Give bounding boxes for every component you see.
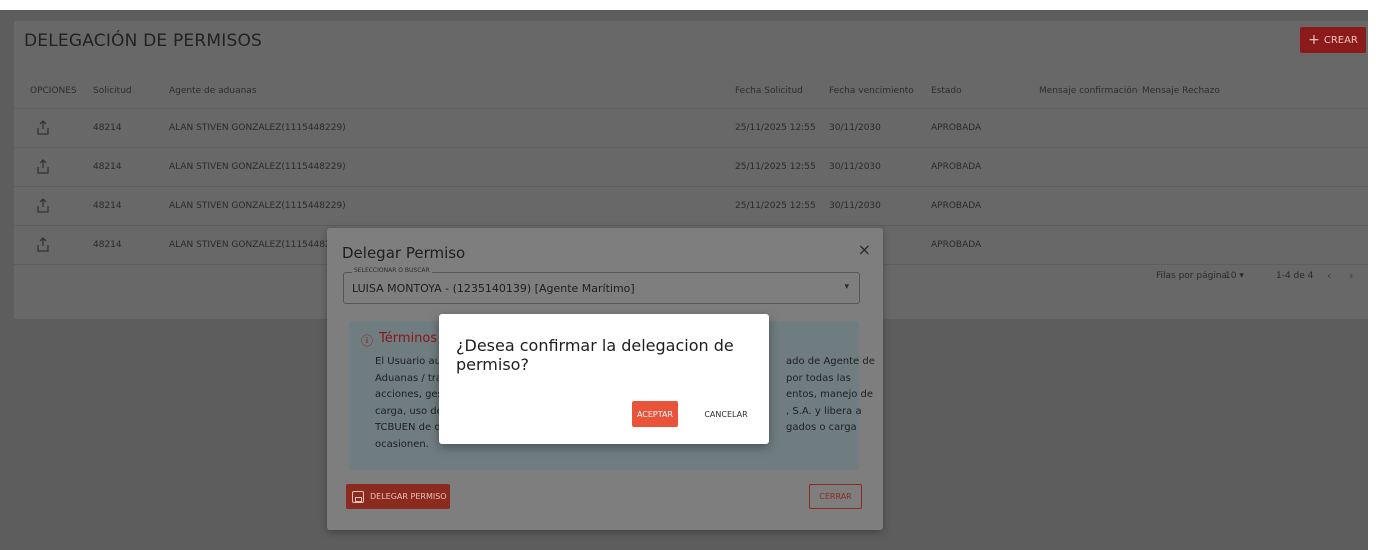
- delegate-button-label: DELEGAR PERMISO: [370, 492, 447, 501]
- cell-estado: APROBADA: [931, 123, 982, 133]
- col-solicitud: Solicitud: [93, 85, 132, 96]
- col-fecha-vencimiento: Fecha vencimiento: [829, 85, 914, 96]
- agent-select-field[interactable]: SELECCIONAR O BUSCAR LUISA MONTOYA - (12…: [343, 267, 860, 304]
- chevron-right-icon[interactable]: ›: [1349, 269, 1353, 282]
- cell-agente: ALAN STIVEN GONZALEZ(1115448229): [169, 123, 346, 133]
- cell-estado: APROBADA: [931, 240, 982, 250]
- field-value: LUISA MONTOYA - (1235140139) [Agente Mar…: [352, 282, 635, 295]
- create-button[interactable]: + CREAR: [1300, 27, 1366, 53]
- right-strip: [1368, 0, 1376, 550]
- col-agente: Agente de aduanas: [169, 85, 257, 96]
- terms-line: ado de Agente de: [786, 356, 875, 367]
- cell-solicitud: 48214: [93, 162, 122, 172]
- pagination-range: 1-4 de 4: [1276, 271, 1314, 281]
- row-options[interactable]: [30, 109, 50, 147]
- table-row: 48214 ALAN STIVEN GONZALEZ(1115448229) 2…: [14, 148, 1368, 187]
- confirm-question: ¿Desea confirmar la delegacion de permis…: [456, 336, 734, 374]
- cell-agente: ALAN STIVEN GONZALEZ(1115448229): [169, 162, 346, 172]
- cell-solicitud: 48214: [93, 123, 122, 133]
- info-icon: ⓘ: [361, 334, 374, 348]
- cell-fecha-solicitud: 25/11/2025 12:55: [735, 162, 816, 172]
- page-title: DELEGACIÓN DE PERMISOS: [24, 31, 263, 51]
- col-mensaje-rechazo: Mensaje Rechazo: [1142, 85, 1220, 96]
- top-strip: [0, 0, 1376, 10]
- share-icon[interactable]: [36, 159, 50, 175]
- cell-fecha-vencimiento: 30/11/2030: [829, 201, 881, 211]
- share-icon[interactable]: [36, 120, 50, 136]
- terms-text-right: ado de Agente de por todas las entos, ma…: [786, 354, 876, 437]
- cell-fecha-solicitud: 25/11/2025 12:55: [735, 123, 816, 133]
- terms-line: gados o carga: [786, 422, 857, 433]
- cell-fecha-solicitud: 25/11/2025 12:55: [735, 201, 816, 211]
- table-header: OPCIONES Solicitud Agente de aduanas Fec…: [14, 73, 1368, 109]
- rows-per-page-select[interactable]: 10 ▾: [1225, 271, 1244, 281]
- chevron-left-icon[interactable]: ‹: [1327, 269, 1331, 282]
- cell-agente: ALAN STIVEN GONZALEZ(1115448229): [169, 240, 346, 250]
- cell-fecha-vencimiento: 30/11/2030: [829, 162, 881, 172]
- cell-agente: ALAN STIVEN GONZALEZ(1115448229): [169, 201, 346, 211]
- screen: DELEGACIÓN DE PERMISOS + CREAR OPCIONES …: [0, 0, 1376, 550]
- terms-line: , S.A. y libera a: [786, 405, 862, 417]
- row-options[interactable]: [30, 187, 50, 225]
- confirm-dialog: ¿Desea confirmar la delegacion de permis…: [439, 314, 769, 444]
- dialog-title: Delegar Permiso: [342, 244, 466, 262]
- col-estado: Estado: [931, 85, 962, 96]
- share-icon[interactable]: [36, 198, 50, 214]
- cell-estado: APROBADA: [931, 201, 982, 211]
- delegate-permission-button[interactable]: DELEGAR PERMISO: [346, 484, 450, 509]
- rows-per-page-label: Filas por página: [1156, 271, 1228, 281]
- plus-icon: +: [1308, 32, 1320, 48]
- cell-solicitud: 48214: [93, 240, 122, 250]
- row-options[interactable]: [30, 226, 50, 264]
- chevron-down-icon[interactable]: ▾: [844, 282, 849, 292]
- cell-fecha-vencimiento: 30/11/2030: [829, 123, 881, 133]
- col-mensaje-confirmacion: Mensaje confirmación: [1039, 85, 1138, 96]
- field-label: SELECCIONAR O BUSCAR: [352, 267, 432, 274]
- create-button-label: CREAR: [1323, 34, 1358, 46]
- col-opciones: OPCIONES: [30, 85, 77, 96]
- cancel-button[interactable]: CANCELAR: [700, 401, 752, 427]
- cell-estado: APROBADA: [931, 162, 982, 172]
- table-row: 48214 ALAN STIVEN GONZALEZ(1115448229) 2…: [14, 109, 1368, 148]
- accept-button[interactable]: ACEPTAR: [632, 401, 678, 427]
- cell-solicitud: 48214: [93, 201, 122, 211]
- row-options[interactable]: [30, 148, 50, 186]
- save-icon: [352, 490, 364, 503]
- close-icon[interactable]: ×: [858, 240, 871, 259]
- share-icon[interactable]: [36, 237, 50, 253]
- terms-line: entos, manejo de: [786, 389, 874, 400]
- col-fecha-solicitud: Fecha Solicitud: [735, 85, 803, 96]
- close-button[interactable]: CERRAR: [809, 484, 862, 509]
- terms-line: por todas las: [786, 372, 851, 384]
- table-row: 48214 ALAN STIVEN GONZALEZ(1115448229) 2…: [14, 187, 1368, 226]
